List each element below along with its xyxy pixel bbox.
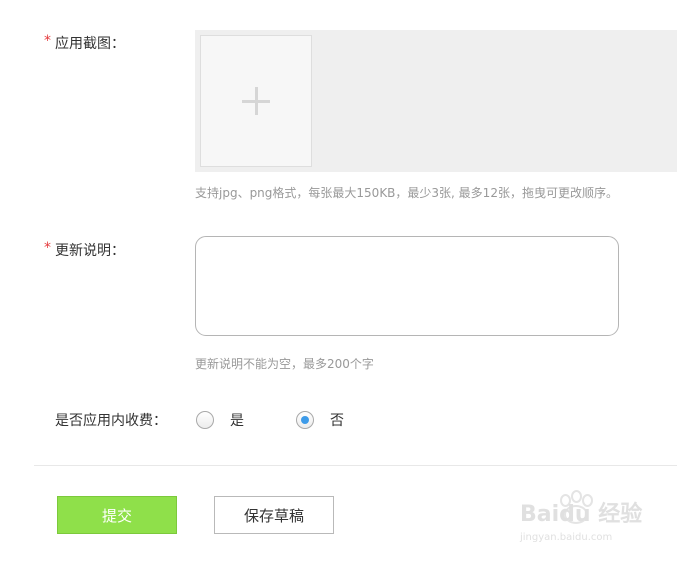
- baidu-jingyan-watermark: Baidu 经验 jingyan.baidu.com: [520, 490, 670, 550]
- update-notes-hint: 更新说明不能为空，最多200个字: [195, 357, 374, 371]
- radio-no-label[interactable]: 否: [330, 410, 344, 430]
- radio-yes[interactable]: [196, 411, 214, 429]
- submit-button[interactable]: 提交: [57, 496, 177, 534]
- update-notes-label: 更新说明：: [55, 243, 125, 259]
- required-asterisk: *: [44, 33, 51, 49]
- section-divider: [34, 465, 677, 466]
- radio-selected-dot: [301, 416, 309, 424]
- screenshots-hint: 支持jpg、png格式，每张最大150KB，最少3张, 最多12张，拖曳可更改顺…: [195, 186, 618, 200]
- radio-no[interactable]: [296, 411, 314, 429]
- screenshots-label: 应用截图：: [55, 36, 125, 52]
- add-screenshot-button[interactable]: [200, 35, 312, 167]
- watermark-url: jingyan.baidu.com: [520, 532, 613, 543]
- required-asterisk: *: [44, 240, 51, 256]
- watermark-brand: Baidu 经验: [520, 502, 643, 527]
- radio-yes-label[interactable]: 是: [230, 410, 244, 430]
- save-draft-button[interactable]: 保存草稿: [214, 496, 334, 534]
- in-app-purchase-label: 是否应用内收费：: [55, 413, 167, 429]
- update-notes-textarea[interactable]: [195, 236, 619, 336]
